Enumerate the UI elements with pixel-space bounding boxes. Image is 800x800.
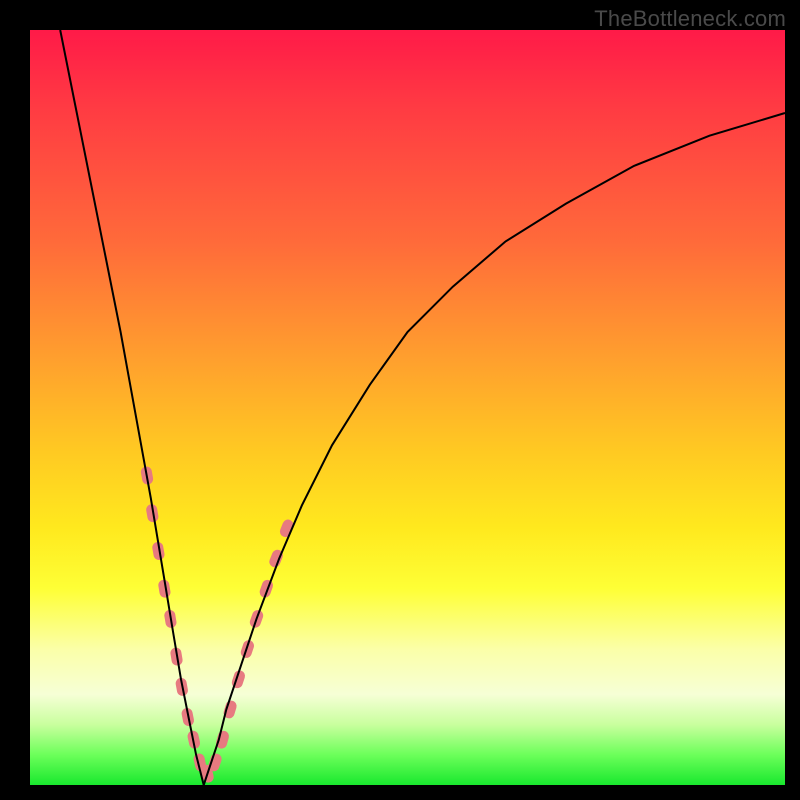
curve-left-branch: [60, 30, 204, 785]
curve-right-branch: [204, 113, 785, 785]
watermark-text: TheBottleneck.com: [594, 6, 786, 32]
chart-frame: TheBottleneck.com: [0, 0, 800, 800]
beads-group: [140, 466, 295, 784]
plot-area: [30, 30, 785, 785]
bead-marker: [258, 578, 274, 599]
curve-layer: [30, 30, 785, 785]
